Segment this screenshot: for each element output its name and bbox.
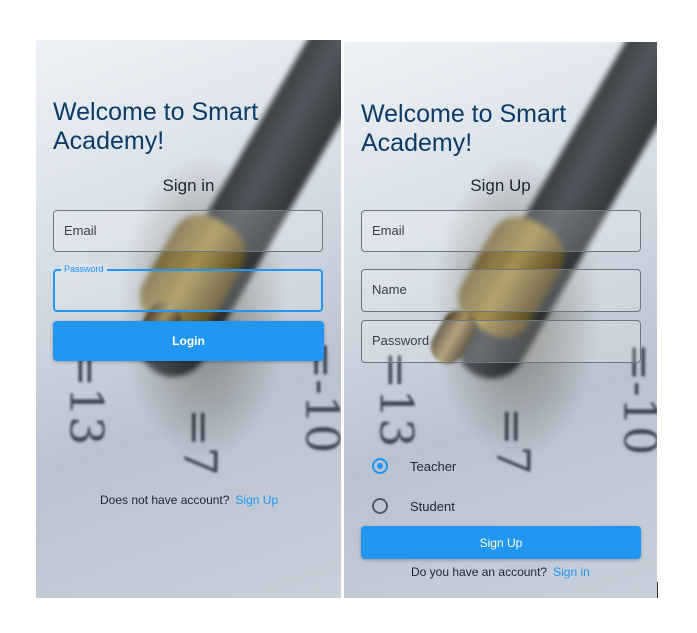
signin-screen: =13 =7 =-10 Welcome to Smart Academy! Si… — [36, 40, 341, 598]
signup-link[interactable]: Sign Up — [235, 493, 278, 507]
name-placeholder: Name — [372, 282, 407, 297]
signup-heading: Sign Up — [470, 176, 531, 195]
email-placeholder: Email — [64, 223, 97, 238]
welcome-title: Welcome to Smart Academy! — [53, 98, 258, 156]
divider-line — [657, 582, 658, 598]
role-option-label: Student — [410, 498, 455, 514]
signin-link[interactable]: Sign in — [553, 565, 590, 579]
welcome-title-line1: Welcome to Smart — [361, 100, 567, 128]
name-field[interactable]: Name — [361, 269, 641, 312]
password-label: Password — [61, 264, 107, 274]
welcome-title-line2: Academy! — [361, 129, 473, 157]
background-math-text: =13 — [369, 350, 424, 448]
welcome-title-line2: Academy! — [53, 127, 165, 155]
signin-heading: Sign in — [162, 176, 215, 195]
radio-unchecked-icon[interactable] — [372, 498, 388, 514]
role-option-label: Teacher — [410, 458, 457, 474]
signin-footer-text: Does not have account? — [100, 493, 230, 507]
background-math-text: =13 — [59, 348, 114, 446]
login-button[interactable]: Login — [53, 321, 324, 361]
welcome-title: Welcome to Smart Academy! — [361, 100, 566, 158]
signup-footer-text: Do you have an account? — [411, 565, 548, 579]
role-option-student[interactable]: Student — [372, 498, 455, 514]
email-field[interactable]: Email — [53, 210, 323, 252]
signup-button[interactable]: Sign Up — [361, 526, 641, 559]
email-field[interactable]: Email — [361, 210, 641, 252]
welcome-title-line1: Welcome to Smart — [53, 98, 259, 126]
password-field[interactable]: Password — [53, 264, 323, 312]
signup-screen: =13 =7 =-10 Welcome to Smart Academy! Si… — [344, 42, 657, 598]
password-field[interactable]: Password — [361, 320, 641, 363]
radio-checked-icon[interactable] — [372, 458, 388, 474]
signin-footer: Does not have account? Sign Up — [100, 493, 278, 507]
signup-footer: Do you have an account? Sign in — [411, 565, 590, 579]
background-math-text: =7 — [485, 407, 540, 475]
role-option-teacher[interactable]: Teacher — [372, 458, 456, 474]
email-placeholder: Email — [372, 223, 405, 238]
background-math-text: =7 — [172, 408, 227, 476]
password-placeholder: Password — [372, 333, 430, 348]
